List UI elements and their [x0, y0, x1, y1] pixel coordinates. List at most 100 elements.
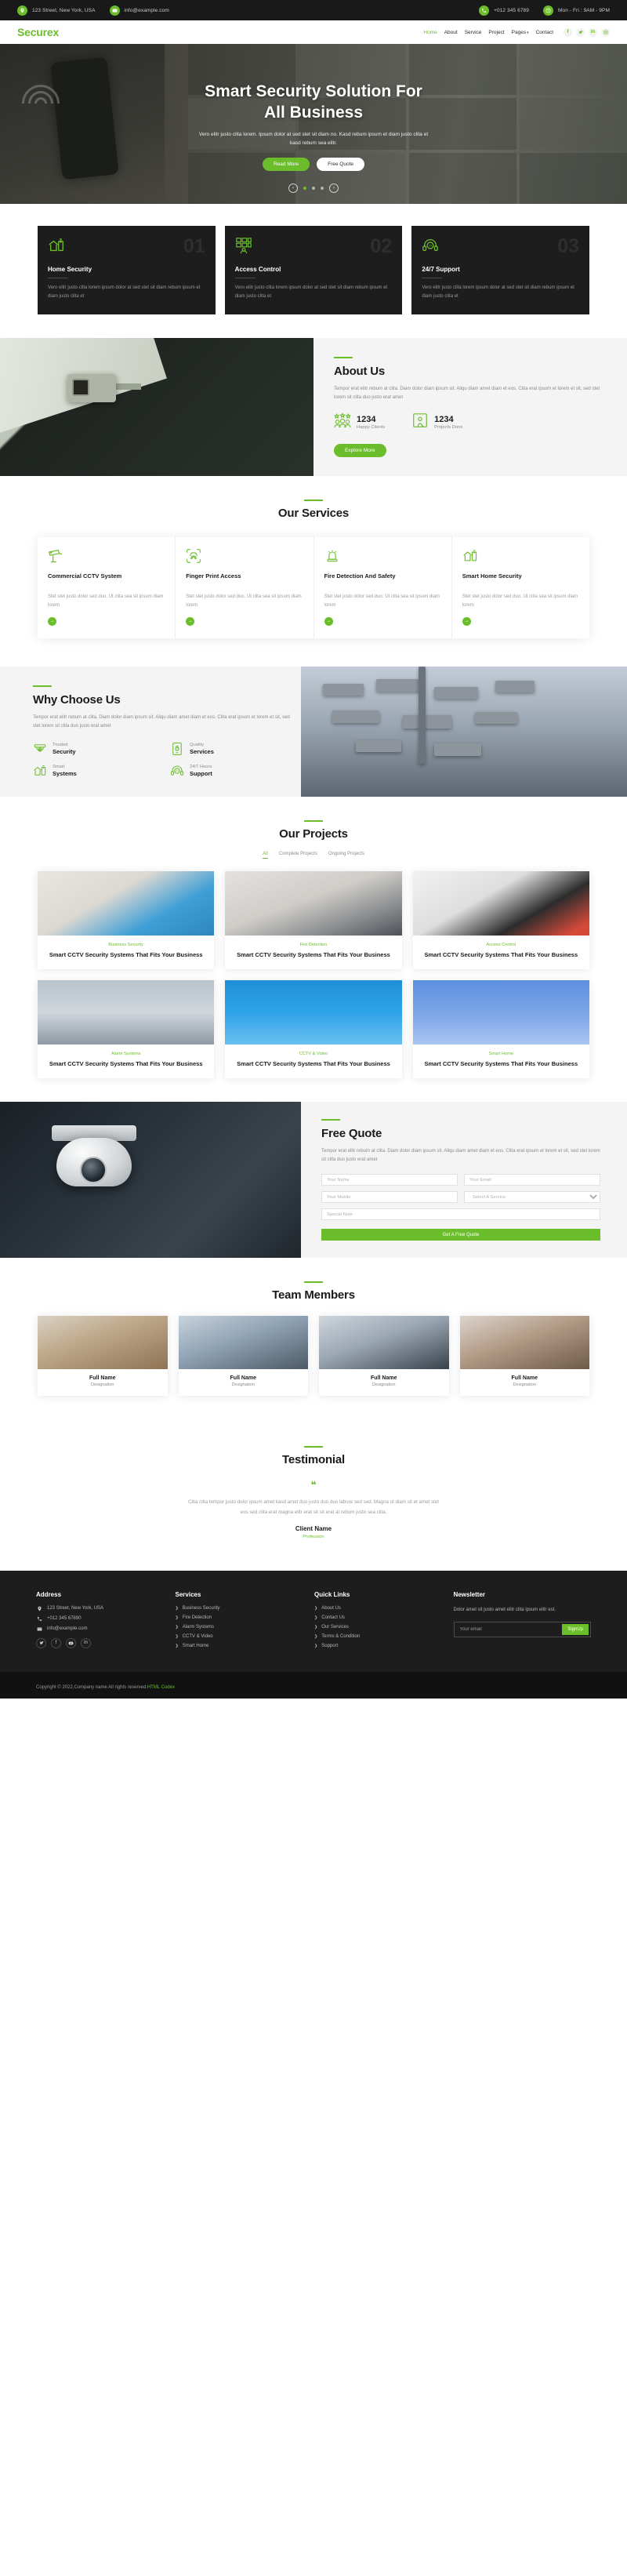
carousel-next-icon[interactable]: › — [329, 183, 339, 193]
carousel-prev-icon[interactable]: ‹ — [288, 183, 298, 193]
about-cta-wrap: Explore More — [334, 443, 603, 458]
get-free-quote-button[interactable]: Get A Free Quote — [321, 1229, 600, 1241]
section-kicker — [304, 819, 323, 822]
carousel-dot-2[interactable] — [312, 187, 315, 190]
filter-ongoing-projects[interactable]: Ongoing Projects — [328, 852, 364, 859]
footer-link-cctv-video[interactable]: ❯ CCTV & Video — [176, 1634, 301, 1639]
nav-item-about[interactable]: About — [444, 30, 458, 35]
footer-link-label: Business Security — [182, 1605, 220, 1611]
feature-card-home-security[interactable]: 01 Home Security Vero elitr justo clita … — [38, 226, 216, 314]
footer-address-text: 123 Street, New York, USA — [47, 1606, 104, 1611]
footer-link-support[interactable]: ❯ Support — [314, 1644, 440, 1648]
twitter-icon[interactable] — [576, 27, 585, 37]
nav-item-project[interactable]: Project — [488, 30, 504, 35]
quote-mobile-input[interactable] — [321, 1191, 458, 1204]
service-text: Stet stet justo dolor sed duo. Ut clita … — [48, 594, 164, 608]
footer-link-contact-us[interactable]: ❯ Contact Us — [314, 1615, 440, 1620]
footer-link-fire-detection[interactable]: ❯ Fire Detection — [176, 1615, 301, 1620]
carousel-dot-1[interactable] — [303, 187, 306, 190]
project-category: CCTV & Video — [299, 1051, 328, 1056]
footer-link-terms-condition[interactable]: ❯ Terms & Condition — [314, 1634, 440, 1639]
service-arrow-icon[interactable]: → — [186, 616, 195, 626]
services-section: Our Services Commercial CCTV System Stet… — [0, 476, 627, 667]
feature-card-support[interactable]: 24 03 24/7 Support Vero elitr justo clit… — [411, 226, 590, 314]
service-arrow-icon[interactable]: → — [48, 616, 56, 626]
project-card[interactable]: Alarm Systems Smart CCTV Security System… — [38, 979, 215, 1078]
team-member-card[interactable]: Full Name Designation — [459, 1316, 590, 1397]
footer-link-business-security[interactable]: ❯ Business Security — [176, 1606, 301, 1611]
youtube-icon[interactable] — [66, 1637, 76, 1648]
newsletter-signup-button[interactable]: SignUp — [562, 1623, 589, 1635]
quote-special-note-input[interactable] — [321, 1208, 600, 1221]
linkedin-icon[interactable]: in — [589, 27, 597, 37]
service-card-fire-detection[interactable]: Fire Detection And Safety Stet stet just… — [314, 537, 452, 638]
free-quote-button[interactable]: Free Quote — [317, 157, 365, 171]
team-member-card[interactable]: Full Name Designation — [38, 1316, 168, 1397]
chevron-right-icon: ❯ — [175, 1624, 179, 1630]
linkedin-icon[interactable]: in — [81, 1637, 91, 1648]
footer-link-smart-home[interactable]: ❯ Smart Home — [176, 1644, 301, 1648]
footer-link-alarm-systems[interactable]: ❯ Alarm Systems — [176, 1625, 301, 1630]
service-arrow-icon[interactable]: → — [324, 616, 333, 626]
project-card[interactable]: Access Control Smart CCTV Security Syste… — [412, 870, 589, 969]
nav-item-home[interactable]: Home — [423, 30, 437, 35]
quote-name-input[interactable] — [321, 1174, 458, 1186]
feature-card-access-control[interactable]: 02 Access Control Vero elitr justo clita… — [224, 226, 403, 314]
filter-complete-projects[interactable]: Complete Projects — [279, 852, 317, 859]
read-more-button[interactable]: Read More — [262, 157, 310, 171]
facebook-icon[interactable]: f — [564, 27, 572, 37]
team-member-name: Full Name — [89, 1375, 116, 1382]
service-arrow-icon[interactable]: → — [462, 616, 471, 626]
explore-more-button[interactable]: Explore More — [334, 444, 386, 458]
project-category: Smart Home — [488, 1051, 514, 1056]
project-card[interactable]: CCTV & Video Smart CCTV Security Systems… — [225, 979, 402, 1078]
twitter-icon[interactable] — [36, 1637, 46, 1648]
footer-link-label: Contact Us — [321, 1615, 345, 1620]
topbar-email[interactable]: info@example.com — [109, 5, 169, 16]
footer-heading-newsletter: Newsletter — [453, 1590, 486, 1598]
topbar-phone[interactable]: +012 345 6789 — [479, 5, 529, 16]
quote-service-select[interactable]: Select A Service — [464, 1191, 600, 1204]
project-card[interactable]: Fire Detection Smart CCTV Security Syste… — [225, 870, 402, 969]
about-text: Tempor erat elitr rebum at clita. Diam d… — [334, 387, 600, 401]
facebook-icon[interactable]: f — [51, 1637, 61, 1648]
team-member-card[interactable]: Full Name Designation — [319, 1316, 449, 1397]
topbar-address-text: 123 Street, New York, USA — [32, 7, 96, 13]
smart-home-icon — [48, 237, 65, 256]
footer-link-about-us[interactable]: ❯ About Us — [314, 1606, 440, 1611]
newsletter-email-input[interactable] — [455, 1623, 563, 1635]
quote-form-row-2: Select A Service — [321, 1191, 600, 1204]
free-quote-section: Free Quote Tempor erat elitr rebum at cl… — [0, 1101, 627, 1259]
team-member-body: Full Name Designation — [460, 1369, 590, 1396]
team-member-card[interactable]: Full Name Designation — [178, 1316, 308, 1397]
service-card-finger-print[interactable]: Finger Print Access Stet stet justo dolo… — [176, 537, 314, 638]
smart-home-icon — [33, 764, 47, 778]
footer-link-label: Fire Detection — [182, 1615, 212, 1620]
project-card[interactable]: Business Security Smart CCTV Security Sy… — [38, 870, 215, 969]
footer-phone-row[interactable]: +012 345 67890 — [36, 1616, 161, 1622]
copyright-link[interactable]: HTML Codex — [147, 1685, 175, 1690]
service-card-commercial-cctv[interactable]: Commercial CCTV System Stet stet justo d… — [38, 537, 176, 638]
nav-item-pages[interactable]: Pages▾ — [512, 30, 529, 35]
service-card-smart-home[interactable]: Smart Home Security Stet stet justo dolo… — [452, 537, 589, 638]
project-name: Smart CCTV Security Systems That Fits Yo… — [49, 1059, 203, 1067]
chevron-right-icon: ❯ — [314, 1615, 318, 1620]
filter-all[interactable]: All — [263, 852, 268, 859]
quote-email-input[interactable] — [464, 1174, 600, 1186]
footer-link-label: Smart Home — [182, 1643, 209, 1648]
brand-logo[interactable]: Securex — [17, 26, 59, 38]
footer-email-row[interactable]: info@example.com — [36, 1626, 161, 1632]
stat-projects-done: 1234 Projects Done — [411, 412, 463, 432]
chevron-right-icon: ❯ — [175, 1615, 179, 1620]
nav-item-contact[interactable]: Contact — [536, 30, 553, 35]
footer-link-label: Support — [321, 1643, 339, 1648]
project-card[interactable]: Smart Home Smart CCTV Security Systems T… — [412, 979, 589, 1078]
carousel-dot-3[interactable] — [321, 187, 324, 190]
project-name: Smart CCTV Security Systems That Fits Yo… — [424, 950, 578, 958]
feature-card-top: 02 — [235, 237, 392, 256]
footer-link-our-services[interactable]: ❯ Our Services — [314, 1625, 440, 1630]
project-body: CCTV & Video Smart CCTV Security Systems… — [225, 1045, 401, 1078]
nav-item-service[interactable]: Service — [465, 30, 482, 35]
instagram-icon[interactable] — [601, 27, 610, 37]
avatar — [38, 1316, 168, 1370]
